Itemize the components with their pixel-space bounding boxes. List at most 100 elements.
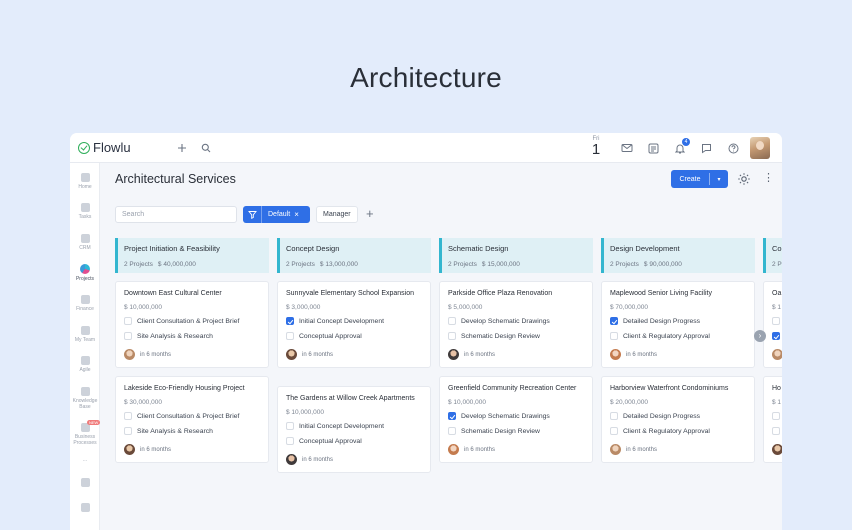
- more-dots-icon: ...: [82, 457, 88, 463]
- card-title[interactable]: Harborview Waterfront Condominiums: [610, 384, 746, 394]
- sidebar-item-agile[interactable]: Agile: [70, 356, 100, 373]
- card-title[interactable]: Greenfield Community Recreation Center: [448, 384, 584, 394]
- task-checkbox[interactable]: [286, 422, 294, 430]
- card-title[interactable]: Oa: [772, 289, 782, 299]
- sidebar-item-projects[interactable]: Projects: [70, 264, 100, 282]
- task-label: Site Analysis & Research: [137, 427, 213, 435]
- column-summary: 2 Projects $ 13,000,000: [286, 261, 425, 268]
- task-label: Schematic Design Review: [461, 332, 540, 340]
- column-header[interactable]: Concept Design 2 Projects $ 13,000,000: [277, 238, 431, 273]
- project-card[interactable]: Harborview Waterfront Condominiums $ 20,0…: [601, 376, 755, 463]
- task-checkbox[interactable]: [124, 332, 132, 340]
- task-checkbox[interactable]: [286, 317, 294, 325]
- project-card[interactable]: Lakeside Eco-Friendly Housing Project $ 3…: [115, 376, 269, 463]
- task-checkbox[interactable]: [286, 437, 294, 445]
- task-checkbox[interactable]: [610, 317, 618, 325]
- sidebar-item-tasks[interactable]: Tasks: [70, 203, 100, 220]
- column-project-count: 2 Projects: [610, 261, 639, 268]
- card-budget: $ 10,000,000: [448, 399, 486, 406]
- search-icon[interactable]: [199, 141, 213, 155]
- task-checkbox[interactable]: [448, 427, 456, 435]
- card-title[interactable]: Maplewood Senior Living Facility: [610, 289, 746, 299]
- avatar[interactable]: [448, 349, 459, 360]
- project-card[interactable]: Oa $ 1: [763, 281, 782, 368]
- task-checkbox[interactable]: [772, 412, 780, 420]
- task-checkbox[interactable]: [448, 412, 456, 420]
- column-header[interactable]: Co 2 P: [763, 238, 782, 273]
- task-checkbox[interactable]: [772, 427, 780, 435]
- project-card[interactable]: Downtown East Cultural Center $ 10,000,00…: [115, 281, 269, 368]
- search-input[interactable]: Search: [115, 206, 237, 223]
- sidebar-item-extra[interactable]: [70, 478, 100, 489]
- card-due: in 6 months: [124, 444, 260, 455]
- task-checkbox[interactable]: [610, 427, 618, 435]
- user-avatar[interactable]: [750, 137, 770, 159]
- avatar[interactable]: [448, 444, 459, 455]
- create-button[interactable]: Create ▾: [671, 170, 728, 188]
- chevron-down-icon[interactable]: ▾: [710, 176, 728, 183]
- task-checkbox[interactable]: [772, 332, 780, 340]
- task-checkbox[interactable]: [610, 332, 618, 340]
- calendar-date[interactable]: Fri 1: [588, 136, 604, 157]
- chevron-right-icon[interactable]: ›: [754, 330, 766, 342]
- more-options-icon[interactable]: ⋮: [763, 173, 774, 184]
- notes-icon[interactable]: [646, 141, 660, 155]
- avatar[interactable]: [772, 349, 782, 360]
- chat-icon[interactable]: [699, 141, 713, 155]
- column-header[interactable]: Project Initiation & Feasibility 2 Projec…: [115, 238, 269, 273]
- avatar[interactable]: [610, 349, 621, 360]
- sidebar-item-my-team[interactable]: My Team: [70, 326, 100, 343]
- sidebar-item-business-processes[interactable]: NEW Business Processes: [70, 420, 101, 446]
- help-icon[interactable]: [726, 141, 740, 155]
- sidebar-item-label: Home: [78, 184, 92, 190]
- project-card[interactable]: Maplewood Senior Living Facility $ 70,000…: [601, 281, 755, 368]
- project-card[interactable]: Sunnyvale Elementary School Expansion $ 3…: [277, 281, 431, 368]
- avatar[interactable]: [124, 444, 135, 455]
- card-title[interactable]: Parkside Office Plaza Renovation: [448, 289, 584, 299]
- avatar[interactable]: [610, 444, 621, 455]
- avatar[interactable]: [772, 444, 782, 455]
- card-budget: $ 30,000,000: [124, 399, 162, 406]
- column-header[interactable]: Schematic Design 2 Projects $ 15,000,000: [439, 238, 593, 273]
- column-summary: 2 Projects $ 15,000,000: [448, 261, 587, 268]
- sidebar-item-knowledge-base[interactable]: Knowledge Base: [70, 387, 100, 410]
- plus-icon[interactable]: [175, 141, 189, 155]
- task-checkbox[interactable]: [772, 317, 780, 325]
- sidebar-item-crm[interactable]: CRM: [70, 234, 100, 251]
- card-task: Client Consultation & Project Brief: [124, 411, 260, 421]
- close-icon[interactable]: ×: [290, 210, 299, 219]
- card-title[interactable]: Lakeside Eco-Friendly Housing Project: [124, 384, 260, 394]
- sidebar-item-home[interactable]: Home: [70, 173, 100, 190]
- new-badge: NEW: [87, 420, 101, 425]
- task-checkbox[interactable]: [124, 317, 132, 325]
- task-checkbox[interactable]: [610, 412, 618, 420]
- sidebar-item-extra[interactable]: [70, 503, 100, 514]
- project-card[interactable]: Parkside Office Plaza Renovation $ 5,000,…: [439, 281, 593, 368]
- card-title[interactable]: Sunnyvale Elementary School Expansion: [286, 289, 422, 299]
- card-title[interactable]: Downtown East Cultural Center: [124, 289, 260, 299]
- manager-filter-chip[interactable]: Manager: [316, 206, 358, 223]
- avatar[interactable]: [286, 454, 297, 465]
- task-checkbox[interactable]: [286, 332, 294, 340]
- sidebar-more[interactable]: ...: [70, 457, 100, 463]
- logo[interactable]: Flowlu: [78, 140, 131, 155]
- mail-icon[interactable]: [620, 141, 634, 155]
- gear-icon[interactable]: [737, 172, 751, 186]
- task-checkbox[interactable]: [448, 332, 456, 340]
- column-total: $ 40,000,000: [157, 261, 196, 268]
- task-checkbox[interactable]: [448, 317, 456, 325]
- date-day: 1: [591, 141, 601, 158]
- avatar[interactable]: [124, 349, 135, 360]
- avatar[interactable]: [286, 349, 297, 360]
- project-card[interactable]: The Gardens at Willow Creek Apartments $ …: [277, 386, 431, 473]
- card-title[interactable]: Ho: [772, 384, 782, 394]
- project-card[interactable]: Ho $ 1: [763, 376, 782, 463]
- add-filter-icon[interactable]: +: [366, 206, 374, 221]
- sidebar-item-finance[interactable]: Finance: [70, 295, 100, 312]
- default-filter-chip[interactable]: Default ×: [243, 206, 310, 223]
- task-checkbox[interactable]: [124, 412, 132, 420]
- column-header[interactable]: Design Development 2 Projects $ 90,000,000: [601, 238, 755, 273]
- task-checkbox[interactable]: [124, 427, 132, 435]
- project-card[interactable]: Greenfield Community Recreation Center $ …: [439, 376, 593, 463]
- card-title[interactable]: The Gardens at Willow Creek Apartments: [286, 394, 422, 404]
